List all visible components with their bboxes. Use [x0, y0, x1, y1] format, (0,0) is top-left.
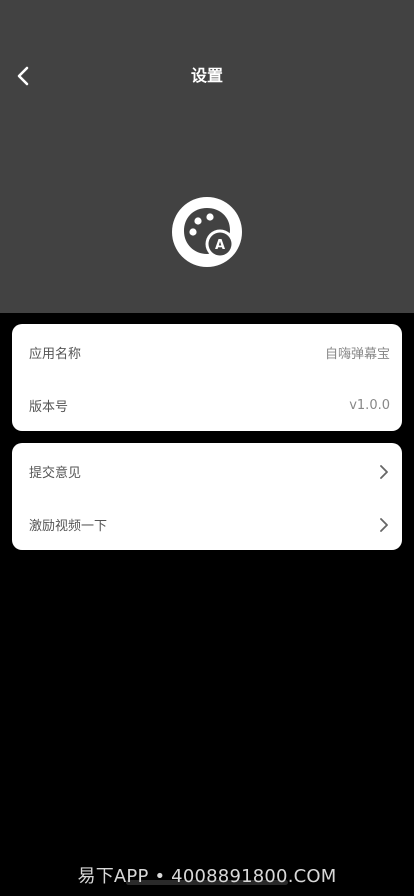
version-label: 版本号 [29, 400, 69, 415]
app-name-value: 自嗨弹幕宝 [324, 347, 390, 362]
page-title: 设置 [190, 66, 223, 85]
actions-card: 提交意见 激励视频一下 [12, 443, 402, 550]
chevron-right-icon [378, 464, 390, 480]
chevron-right-icon [378, 517, 390, 533]
feedback-label: 提交意见 [29, 466, 82, 481]
reward-video-row[interactable]: 激励视频一下 [12, 498, 402, 551]
watermark-text: 易下APP • 4008891800.COM [77, 866, 337, 887]
app-name-row: 应用名称 自嗨弹幕宝 [12, 326, 402, 379]
app-logo: A [172, 197, 242, 267]
app-info-card: 应用名称 自嗨弹幕宝 版本号 v1.0.0 [12, 324, 402, 431]
feedback-row[interactable]: 提交意见 [12, 445, 402, 498]
reward-video-label: 激励视频一下 [29, 519, 108, 534]
svg-text:A: A [215, 238, 225, 253]
app-name-label: 应用名称 [29, 347, 82, 362]
header: 设置 A [0, 0, 414, 313]
version-row: 版本号 v1.0.0 [12, 379, 402, 432]
version-value: v1.0.0 [349, 398, 390, 413]
